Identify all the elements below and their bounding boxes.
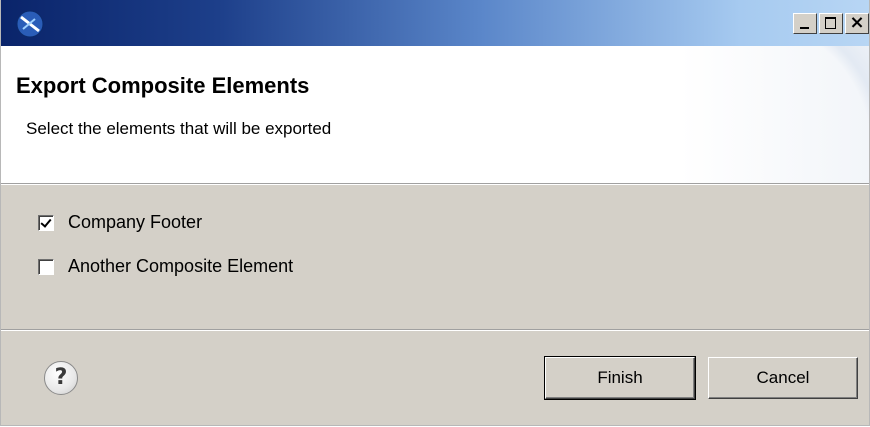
cancel-button[interactable]: Cancel bbox=[708, 357, 858, 399]
checkbox-checked[interactable] bbox=[38, 214, 54, 231]
minimize-button[interactable] bbox=[793, 13, 817, 34]
close-icon: × bbox=[849, 12, 865, 33]
maximize-button[interactable] bbox=[819, 13, 843, 34]
page-title: Export Composite Elements bbox=[16, 73, 310, 98]
checkbox-unchecked[interactable] bbox=[38, 258, 54, 275]
header-divider bbox=[1, 183, 869, 185]
title-bar[interactable]: × bbox=[1, 0, 869, 46]
element-checkbox-company-footer[interactable]: Company Footer bbox=[38, 212, 202, 233]
help-icon[interactable]: ? bbox=[44, 361, 78, 395]
header-decoration bbox=[691, 46, 869, 183]
element-checkbox-another-composite[interactable]: Another Composite Element bbox=[38, 256, 293, 277]
close-button[interactable]: × bbox=[845, 13, 869, 34]
app-icon bbox=[16, 10, 44, 38]
finish-button[interactable]: Finish bbox=[544, 356, 696, 400]
page-description: Select the elements that will be exporte… bbox=[26, 119, 332, 138]
checkbox-label: Company Footer bbox=[68, 212, 203, 232]
wizard-header: Export Composite Elements Select the ele… bbox=[1, 46, 869, 183]
footer-divider bbox=[1, 329, 869, 331]
checkbox-label: Another Composite Element bbox=[68, 256, 294, 276]
export-dialog: × Export Composite Elements Select the e… bbox=[0, 0, 870, 426]
